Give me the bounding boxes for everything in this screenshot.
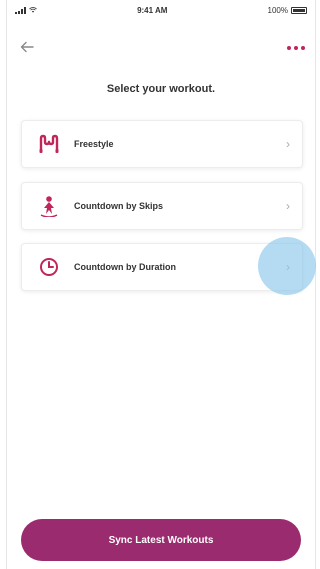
tap-indicator — [258, 237, 316, 295]
battery-percent: 100% — [267, 5, 288, 15]
workout-label: Countdown by Duration — [74, 262, 176, 272]
more-dots-icon[interactable] — [287, 46, 305, 50]
workout-label: Countdown by Skips — [74, 201, 163, 211]
signal-icon — [15, 6, 26, 14]
sync-latest-workouts-button[interactable]: Sync Latest Workouts — [21, 519, 301, 561]
workout-label: Freestyle — [74, 139, 114, 149]
freestyle-icon — [38, 133, 60, 155]
status-right: 100% — [268, 6, 307, 15]
status-time: 9:41 AM — [137, 5, 168, 15]
wifi-icon — [29, 7, 37, 13]
phone-screen: 9:41 AM 100% Select your workout. Freest… — [6, 0, 316, 569]
clock-icon — [38, 256, 60, 278]
page-title: Select your workout. — [106, 83, 216, 95]
status-left — [15, 6, 37, 14]
workout-option-countdown-skips[interactable]: Countdown by Skips › — [21, 182, 303, 230]
jump-rope-person-icon — [38, 195, 60, 217]
status-bar: 9:41 AM 100% — [7, 0, 315, 20]
chevron-right-icon: › — [286, 199, 290, 213]
back-arrow-icon[interactable] — [19, 40, 35, 54]
workout-option-freestyle[interactable]: Freestyle › — [21, 120, 303, 168]
chevron-right-icon: › — [286, 137, 290, 151]
nav-bar — [7, 38, 315, 58]
battery-icon — [290, 6, 307, 14]
